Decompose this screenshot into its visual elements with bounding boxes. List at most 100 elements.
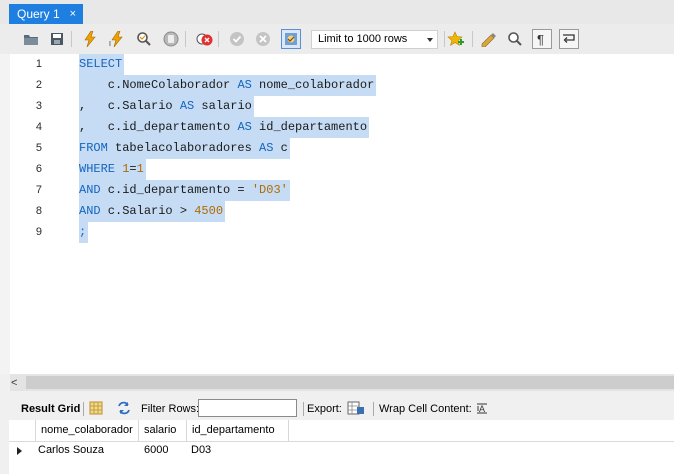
code-token: salario xyxy=(194,99,252,113)
line-number: 7 xyxy=(35,184,42,196)
code-token: AS xyxy=(237,78,252,92)
editor-horizontal-scrollbar[interactable]: < xyxy=(0,374,674,391)
code-token: WHERE xyxy=(79,162,116,176)
wrap-cell-label: Wrap Cell Content: xyxy=(379,403,472,415)
wrap-cell-icon[interactable]: A xyxy=(475,401,489,419)
code-text: SELECT xyxy=(79,54,125,75)
explain-icon[interactable] xyxy=(134,29,154,49)
autocommit-icon[interactable] xyxy=(281,29,301,49)
editor-line[interactable]: 6 WHERE 1=1 xyxy=(0,159,674,180)
toolbar-separator xyxy=(185,31,186,47)
wrap-icon[interactable] xyxy=(559,29,579,49)
refresh-icon[interactable] xyxy=(116,401,132,419)
filter-rows-label: Filter Rows: xyxy=(141,403,200,415)
toolbar-separator xyxy=(218,31,219,47)
chevron-down-icon xyxy=(427,38,433,42)
editor-line[interactable]: 7 AND c.id_departamento = 'D03' xyxy=(0,180,674,201)
editor-line[interactable]: 5 FROM tabelacolaboradores AS c xyxy=(0,138,674,159)
code-token: c.Salario > xyxy=(100,204,195,218)
code-text: AND c.Salario > 4500 xyxy=(79,201,226,222)
editor-line[interactable]: 8 AND c.Salario > 4500 xyxy=(0,201,674,222)
editor-line[interactable]: 3 , c.Salario AS salario xyxy=(0,96,674,117)
filter-rows-input[interactable] xyxy=(198,399,297,417)
code-token: ; xyxy=(79,225,87,239)
result-separator xyxy=(373,402,374,416)
export-icon[interactable] xyxy=(347,401,365,419)
column-header[interactable]: id_departamento xyxy=(187,420,289,441)
result-grid-tab[interactable]: Result Grid xyxy=(21,402,80,416)
toggle-error-icon[interactable] xyxy=(194,29,214,49)
invisible-chars-icon[interactable]: ¶ xyxy=(532,29,552,49)
code-token: nome_colaborador xyxy=(251,78,375,92)
svg-text:I: I xyxy=(109,41,111,47)
stop-icon[interactable] xyxy=(161,29,181,49)
code-token: 1 xyxy=(136,162,144,176)
code-token: FROM xyxy=(79,141,108,155)
code-text: , c.id_departamento AS id_departamento xyxy=(79,117,370,138)
find-icon[interactable] xyxy=(505,29,525,49)
editor-line[interactable]: 1 SELECT xyxy=(0,54,674,75)
line-number: 3 xyxy=(35,100,42,112)
code-token: id_departamento xyxy=(251,120,368,134)
code-text: , c.Salario AS salario xyxy=(79,96,254,117)
cell-salario[interactable]: 6000 xyxy=(140,441,168,460)
column-header[interactable]: salario xyxy=(139,420,187,441)
execute-current-icon[interactable]: I xyxy=(107,29,127,49)
code-text: AND c.id_departamento = 'D03' xyxy=(79,180,290,201)
code-token: c.id_departamento = xyxy=(100,183,252,197)
table-row[interactable]: Carlos Souza 6000 D03 xyxy=(9,441,674,460)
limit-rows-select[interactable]: Limit to 1000 rows xyxy=(311,30,438,49)
code-token: , c.Salario xyxy=(79,99,180,113)
code-text: WHERE 1=1 xyxy=(79,159,146,180)
limit-rows-value: Limit to 1000 rows xyxy=(318,33,408,45)
cell-nome-colaborador[interactable]: Carlos Souza xyxy=(34,441,104,460)
tab-strip: Query 1 × xyxy=(0,0,674,24)
result-toolbar: Result Grid Filter Rows: Export: Wrap Ce… xyxy=(9,398,674,420)
editor-line[interactable]: 9; xyxy=(0,222,674,243)
code-token: AND xyxy=(79,204,101,218)
tab-close-icon[interactable]: × xyxy=(70,4,76,24)
current-row-arrow-icon xyxy=(17,447,22,455)
line-number: 4 xyxy=(35,121,42,133)
save-icon[interactable] xyxy=(47,29,67,49)
code-token: AS xyxy=(237,120,252,134)
tab-query-1[interactable]: Query 1 × xyxy=(9,4,83,24)
rollback-icon[interactable] xyxy=(253,29,273,49)
code-token: SELECT xyxy=(79,57,123,71)
code-token: = xyxy=(129,162,137,176)
result-separator xyxy=(83,402,84,416)
code-text: c.NomeColaborador AS nome_colaborador xyxy=(79,75,377,96)
commit-icon[interactable] xyxy=(227,29,247,49)
svg-text:¶: ¶ xyxy=(537,32,544,46)
result-separator xyxy=(303,402,304,416)
line-number: 5 xyxy=(35,142,42,154)
scroll-left-arrow-icon[interactable]: < xyxy=(11,377,17,389)
beautify-icon[interactable] xyxy=(479,29,499,49)
column-header[interactable]: nome_colaborador xyxy=(36,420,139,441)
code-text: FROM tabelacolaboradores AS c xyxy=(79,138,290,159)
code-token: 4500 xyxy=(194,204,224,218)
favorite-add-icon[interactable] xyxy=(446,29,466,49)
toolbar-separator xyxy=(472,31,473,47)
code-token: AS xyxy=(179,99,195,113)
code-token: c.NomeColaborador xyxy=(79,78,238,92)
toolbar-separator xyxy=(71,31,72,47)
folder-icon[interactable] xyxy=(21,29,41,49)
code-token: AND xyxy=(79,183,101,197)
editor-line[interactable]: 4 , c.id_departamento AS id_departamento xyxy=(0,117,674,138)
toolbar-separator xyxy=(444,31,445,47)
editor-line[interactable]: 2 c.NomeColaborador AS nome_colaborador xyxy=(0,75,674,96)
scrollbar-thumb[interactable] xyxy=(26,376,674,389)
line-number: 2 xyxy=(35,79,42,91)
code-token: 'D03' xyxy=(251,183,288,197)
cell-id-departamento[interactable]: D03 xyxy=(187,441,211,460)
code-token: c xyxy=(273,141,288,155)
code-token: tabelacolaboradores xyxy=(107,141,260,155)
result-grid[interactable]: nome_colaborador salario id_departamento… xyxy=(9,420,674,474)
grid-view-icon[interactable] xyxy=(89,401,103,419)
export-label: Export: xyxy=(307,403,342,415)
line-number: 8 xyxy=(35,205,42,217)
sql-editor[interactable]: 1 SELECT 2 c.NomeColaborador AS nome_colab… xyxy=(0,54,674,374)
row-header-corner xyxy=(9,420,36,441)
execute-icon[interactable] xyxy=(80,29,100,49)
